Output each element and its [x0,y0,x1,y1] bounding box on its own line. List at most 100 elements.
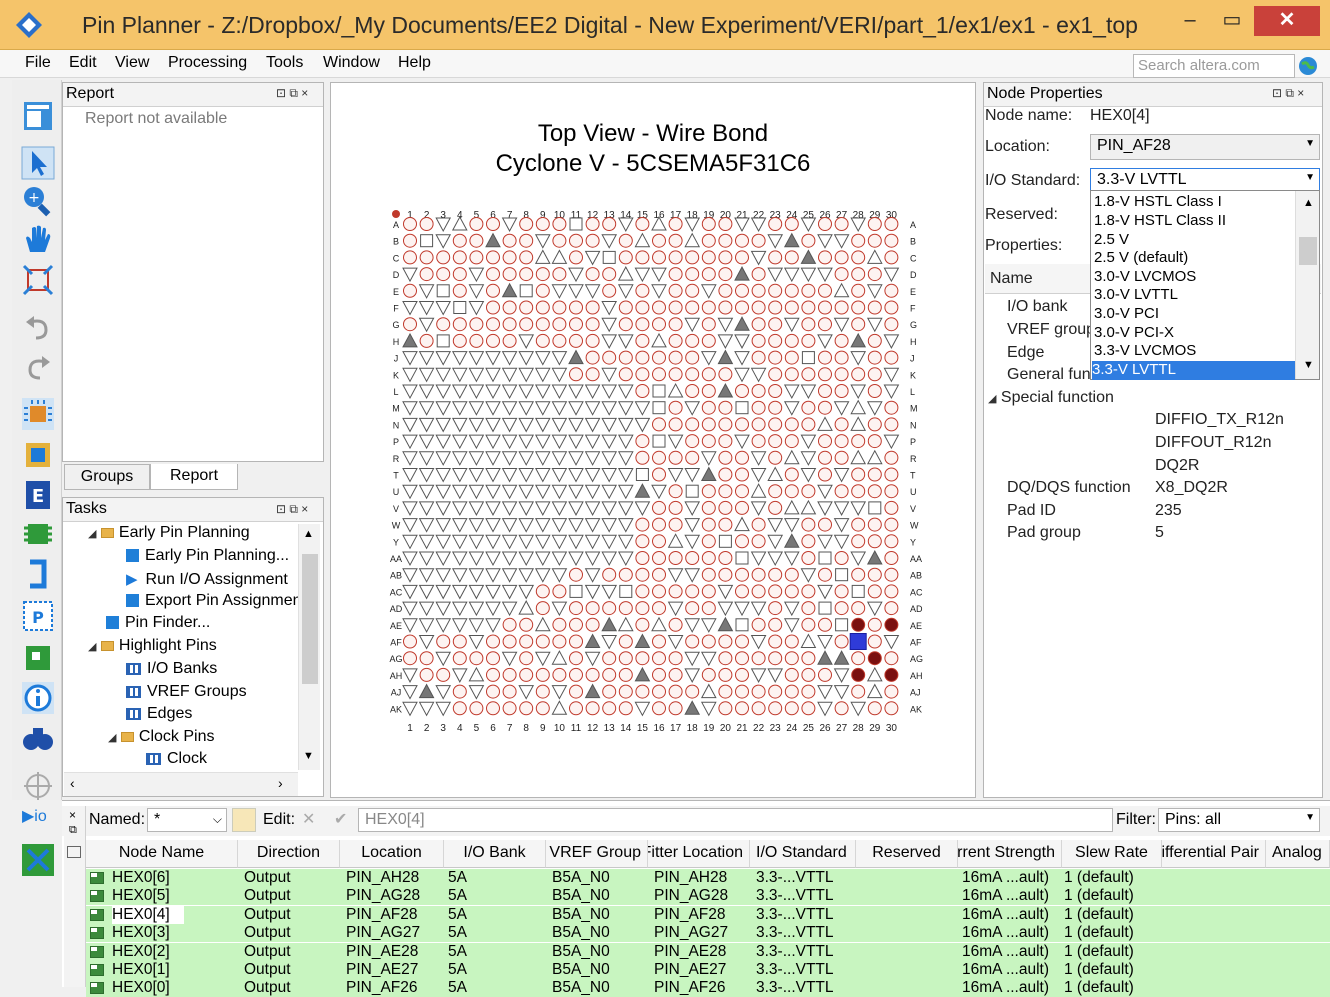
pin-io[interactable] [585,701,600,716]
pin-ground[interactable] [601,616,618,632]
pin-io[interactable] [851,367,866,382]
pin-io[interactable] [602,667,617,682]
pin-io[interactable] [502,617,517,632]
pin-io[interactable] [834,601,849,616]
menu-file[interactable]: File [25,54,51,72]
pin-io[interactable] [718,283,733,298]
pin-power[interactable] [501,384,518,400]
pin-io[interactable] [452,267,467,282]
pin-io[interactable] [701,300,716,315]
pin-power[interactable] [518,468,535,483]
pin-power[interactable] [800,451,817,466]
pin-io[interactable] [784,701,799,716]
pin-power[interactable] [551,468,568,483]
pin-io[interactable] [635,367,650,382]
pin-io[interactable] [469,233,484,248]
pin-io[interactable] [735,500,749,515]
window-layout-icon[interactable] [20,98,56,134]
pin-power[interactable] [435,618,452,633]
pin-ground[interactable] [717,616,734,632]
pin-io[interactable] [701,484,716,499]
pin-io[interactable] [884,667,899,682]
pin-power[interactable] [866,601,883,617]
pin-power[interactable] [551,551,568,567]
pin-power[interactable] [468,518,485,533]
pin-io[interactable] [751,350,766,365]
pin-io[interactable] [635,651,650,666]
pin-io[interactable] [784,634,799,649]
pin-power[interactable] [651,267,667,283]
pin-io[interactable] [685,267,700,282]
pin-power[interactable] [468,434,485,450]
pin-io[interactable] [784,651,799,666]
pin-io[interactable] [735,300,749,315]
pin-io[interactable] [867,467,882,482]
pin-io[interactable] [768,367,783,382]
pin-io[interactable] [618,350,633,365]
pin-io[interactable] [701,400,716,415]
pin-power[interactable] [700,618,717,633]
pin-io[interactable] [436,250,451,265]
pin-io[interactable] [801,651,816,666]
pin-power[interactable] [617,334,634,349]
pin-io[interactable] [535,684,550,699]
pin-power[interactable] [418,518,435,533]
pin-io[interactable] [535,317,550,332]
pin-power[interactable] [568,551,584,567]
pin-power[interactable] [534,401,551,416]
pin-power[interactable] [418,601,435,617]
pin-io[interactable] [685,350,700,365]
pin-io[interactable] [867,350,882,365]
pin-power[interactable] [435,701,452,717]
pin-io[interactable] [735,233,749,248]
pin-power[interactable] [418,501,435,516]
pin-power[interactable] [883,384,900,400]
pin-power[interactable] [568,401,584,416]
pin-io[interactable] [818,400,832,415]
pin-io[interactable] [569,667,583,682]
pin-io[interactable] [867,484,882,499]
pin-power[interactable] [601,584,618,600]
location-select[interactable]: PIN_AF28 ▼ [1090,134,1320,160]
pin-power[interactable] [534,568,551,583]
pin-io[interactable] [486,667,500,682]
pin-power[interactable] [767,668,784,683]
pin-io[interactable] [751,417,766,432]
pin-power[interactable] [501,451,518,466]
pin-power[interactable] [468,685,485,700]
pin-power[interactable] [601,384,618,400]
pin-io[interactable] [535,701,550,716]
pin-io[interactable] [569,651,583,666]
pin-power[interactable] [750,451,767,466]
io-assign-icon[interactable] [20,437,56,473]
pin-io[interactable] [452,233,467,248]
pin-selected-af28[interactable] [849,633,867,650]
pin-io[interactable] [486,317,500,332]
pin-io[interactable] [452,684,467,699]
pin-power[interactable] [435,551,452,567]
pin-ground[interactable] [617,616,634,632]
pin-power[interactable] [833,468,850,483]
pin-io[interactable] [867,701,882,716]
pin-power[interactable] [468,601,485,617]
pin-power[interactable] [518,351,535,366]
pin-io[interactable] [602,567,617,582]
pin-power[interactable] [402,685,418,700]
pin-io[interactable] [585,233,600,248]
pin-io[interactable] [602,267,617,282]
pin-power[interactable] [584,250,601,266]
pin-ground[interactable] [817,650,833,665]
pin-power[interactable] [568,434,584,450]
pin-io[interactable] [436,267,451,282]
pin-io[interactable] [635,300,650,315]
pin-power[interactable] [584,401,601,416]
pin-io[interactable] [685,634,700,649]
select-pointer-icon[interactable] [20,145,56,181]
pin-power[interactable] [468,534,485,550]
pin-io[interactable] [768,350,783,365]
pin-power[interactable] [501,601,518,617]
pin-io[interactable] [502,667,517,682]
pin-power[interactable] [468,635,485,650]
pin-power[interactable] [418,551,435,567]
pin-io[interactable] [602,651,617,666]
